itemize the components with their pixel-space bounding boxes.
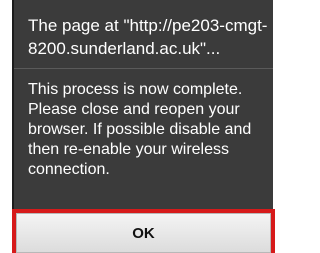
button-bar: OK [12,209,275,253]
title-divider [14,68,273,69]
dialog-message: This process is now complete. Please clo… [28,81,252,178]
alert-dialog: The page at "http://pe203-cmgt-8200.sund… [12,0,275,253]
ok-button[interactable]: OK [16,213,271,253]
dialog-title: The page at "http://pe203-cmgt-8200.sund… [28,16,268,58]
